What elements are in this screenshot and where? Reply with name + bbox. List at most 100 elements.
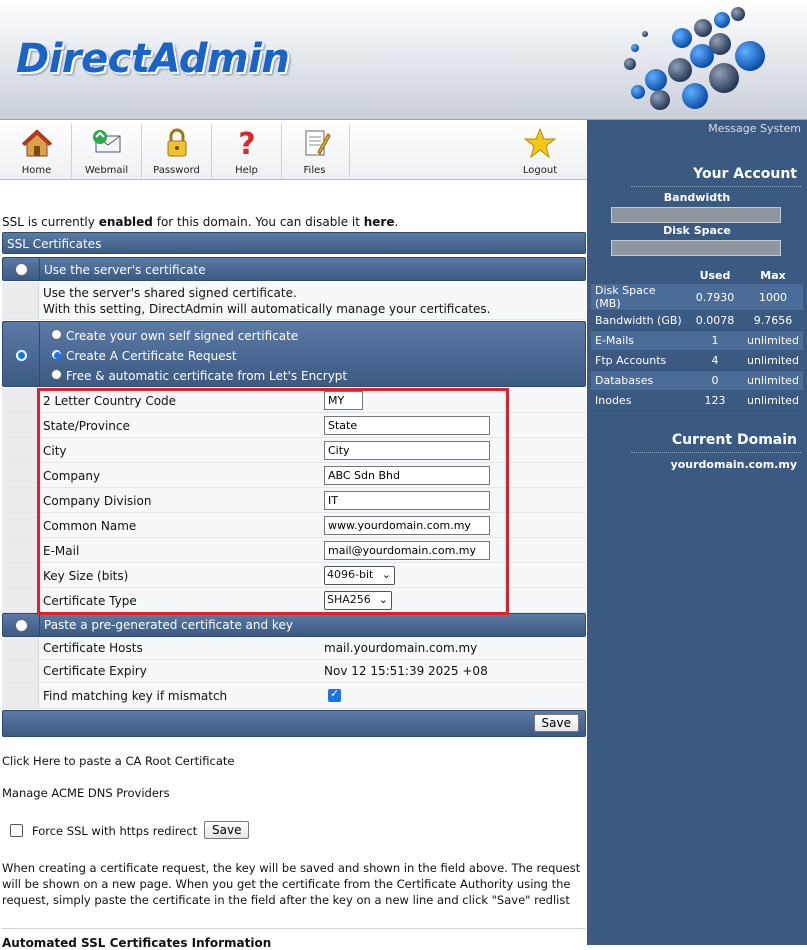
certificate-request-radio[interactable] (51, 349, 62, 360)
current-domain-value[interactable]: yourdomain.com.my (671, 458, 797, 471)
webmail-icon (92, 130, 120, 153)
row-left-cell (2, 388, 39, 412)
automated-ssl-heading: Automated SSL Certificates Information (2, 936, 272, 950)
state-label: State/Province (43, 419, 130, 433)
stats-row: Ftp Accounts 4 unlimited (591, 350, 803, 371)
current-domain-heading: Current Domain (671, 432, 797, 448)
stat-max: unlimited (743, 350, 803, 371)
state-input[interactable] (324, 416, 490, 435)
chevron-down-icon: ⌄ (381, 568, 391, 581)
divider (631, 452, 801, 453)
row-left-cell (2, 588, 39, 612)
nav-password-label: Password (153, 165, 200, 176)
server-desc-line2: With this setting, DirectAdmin will auto… (43, 302, 491, 316)
stats-row: E-Mails 1 unlimited (591, 330, 803, 351)
division-input[interactable] (324, 491, 490, 510)
city-input[interactable] (324, 441, 490, 460)
cert-type-label: Certificate Type (43, 594, 137, 608)
stats-header-blank (591, 266, 687, 284)
letsencrypt-radio[interactable] (51, 369, 62, 380)
directadmin-logo: DirectAdmin (16, 36, 290, 82)
nav-logout[interactable]: Logout (505, 124, 575, 178)
nav-webmail[interactable]: Webmail (72, 124, 142, 178)
svg-text:?: ? (238, 127, 255, 160)
country-row: 2 Letter Country Code (2, 388, 586, 413)
cert-type-select[interactable]: SHA256 ⌄ (324, 591, 392, 610)
your-account-heading: Your Account (693, 166, 797, 182)
common-name-label: Common Name (43, 519, 137, 533)
stat-max: 1000 (743, 284, 803, 311)
stat-name: E-Mails (591, 330, 687, 351)
nav-password[interactable]: Password (142, 124, 212, 178)
save-button[interactable]: Save (533, 714, 579, 732)
row-left-cell (2, 282, 39, 319)
nav-logout-label: Logout (522, 165, 558, 176)
divider (39, 322, 40, 386)
server-cert-label: Use the server's certificate (44, 263, 206, 277)
stat-max: 9.7656 (743, 310, 803, 331)
stat-used: 0.0078 (687, 310, 743, 331)
server-cert-radio[interactable] (15, 263, 28, 276)
row-left-cell (2, 660, 39, 682)
letsencrypt-label: Free & automatic certificate from Let's … (66, 369, 348, 383)
match-key-checkbox[interactable] (328, 687, 341, 702)
company-input[interactable] (324, 466, 490, 485)
country-label: 2 Letter Country Code (43, 394, 177, 408)
key-size-label: Key Size (bits) (43, 569, 129, 583)
files-icon (305, 130, 331, 156)
key-size-select[interactable]: 4096-bit ⌄ (324, 566, 395, 585)
certificate-request-label: Create A Certificate Request (66, 349, 237, 363)
paste-cert-label: Paste a pre-generated certificate and ke… (44, 618, 293, 632)
paste-cert-radio[interactable] (15, 619, 28, 632)
stats-row: Databases 0 unlimited (591, 370, 803, 391)
nav-help[interactable]: ? Help (212, 124, 282, 178)
force-ssl-save-button[interactable]: Save (204, 821, 250, 839)
help-icon: ? (238, 127, 255, 160)
disable-ssl-link[interactable]: here (364, 215, 395, 229)
message-system-link[interactable]: Message System (708, 122, 801, 135)
email-input[interactable] (324, 541, 490, 560)
generate-cert-radio[interactable] (15, 349, 28, 362)
ssl-status-text: SSL is currently enabled for this domain… (2, 215, 398, 229)
nav-files[interactable]: Files (280, 124, 350, 178)
force-ssl-checkbox[interactable] (10, 824, 23, 837)
ca-root-link[interactable]: Click Here to paste a CA Root Certificat… (2, 754, 234, 768)
nav-home[interactable]: Home (2, 124, 72, 178)
common-name-input[interactable] (324, 516, 490, 535)
ssl-status-mid: for this domain. You can disable it (152, 215, 364, 229)
bandwidth-label: Bandwidth (663, 191, 731, 204)
self-signed-label: Create your own self signed certificate (66, 329, 299, 343)
main-toolbar: Home Webmail Password ? Help Files Logou… (0, 120, 587, 180)
email-label: E-Mail (43, 544, 80, 558)
account-sidebar: Message System Your Account Bandwidth Di… (587, 120, 807, 945)
company-row: Company (2, 463, 586, 488)
stats-row: Inodes 123 unlimited (591, 390, 803, 411)
match-key-row: Find matching key if mismatch (2, 683, 586, 709)
country-input[interactable] (324, 391, 363, 410)
key-size-row: Key Size (bits) 4096-bit ⌄ (2, 563, 586, 588)
city-row: City (2, 438, 586, 463)
acme-dns-link[interactable]: Manage ACME DNS Providers (2, 786, 170, 800)
nav-files-label: Files (303, 165, 326, 176)
ssl-status-state: enabled (98, 215, 153, 229)
row-left-cell (2, 513, 39, 537)
stat-max: unlimited (743, 370, 803, 391)
stats-row: Bandwidth (GB) 0.0078 9.7656 (591, 310, 803, 331)
row-left-cell (2, 413, 39, 437)
stat-name: Ftp Accounts (591, 350, 687, 371)
server-desc-line1: Use the server's shared signed certifica… (43, 286, 297, 300)
email-row: E-Mail (2, 538, 586, 563)
row-left-cell (2, 563, 39, 587)
state-row: State/Province (2, 413, 586, 438)
self-signed-radio[interactable] (51, 329, 62, 340)
stat-name: Disk Space (MB) (591, 284, 687, 311)
stat-used: 0.7930 (687, 284, 743, 311)
cert-hosts-label: Certificate Hosts (43, 641, 143, 655)
ssl-status-post: . (394, 215, 399, 229)
nav-help-label: Help (235, 165, 258, 176)
stat-max: unlimited (743, 330, 803, 351)
stat-used: 1 (687, 330, 743, 351)
nav-webmail-label: Webmail (84, 165, 129, 176)
cert-type-row: Certificate Type SHA256 ⌄ (2, 588, 586, 613)
ssl-certificates-header: SSL Certificates (2, 232, 586, 254)
